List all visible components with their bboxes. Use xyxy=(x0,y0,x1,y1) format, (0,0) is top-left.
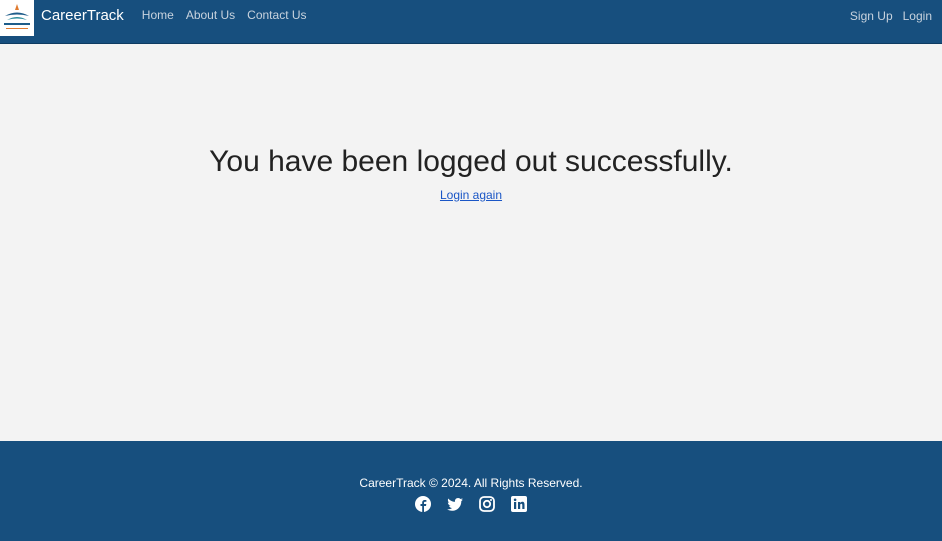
instagram-icon[interactable] xyxy=(479,496,495,512)
linkedin-icon[interactable] xyxy=(511,496,527,512)
logo[interactable] xyxy=(0,0,34,36)
nav-signup-link[interactable]: Sign Up xyxy=(850,9,893,23)
nav-contact-link[interactable]: Contact Us xyxy=(247,8,306,22)
nav-home-link[interactable]: Home xyxy=(142,8,174,22)
login-again-link[interactable]: Login again xyxy=(440,188,502,202)
top-navbar: CareerTrack Home About Us Contact Us Sig… xyxy=(0,0,942,44)
nav-links: Home About Us Contact Us xyxy=(142,8,319,22)
main-content: You have been logged out successfully. L… xyxy=(0,45,942,441)
footer-copyright: CareerTrack © 2024. All Rights Reserved. xyxy=(359,476,583,490)
nav-about-link[interactable]: About Us xyxy=(186,8,235,22)
footer: CareerTrack © 2024. All Rights Reserved. xyxy=(0,441,942,541)
nav-login-link[interactable]: Login xyxy=(903,9,932,23)
brand-link[interactable]: CareerTrack xyxy=(41,7,124,24)
twitter-icon[interactable] xyxy=(447,496,463,512)
logout-message: You have been logged out successfully. xyxy=(209,145,733,178)
facebook-icon[interactable] xyxy=(415,496,431,512)
logo-icon xyxy=(4,3,30,29)
social-links xyxy=(415,496,527,512)
nav-auth-links: Sign Up Login xyxy=(850,9,942,23)
